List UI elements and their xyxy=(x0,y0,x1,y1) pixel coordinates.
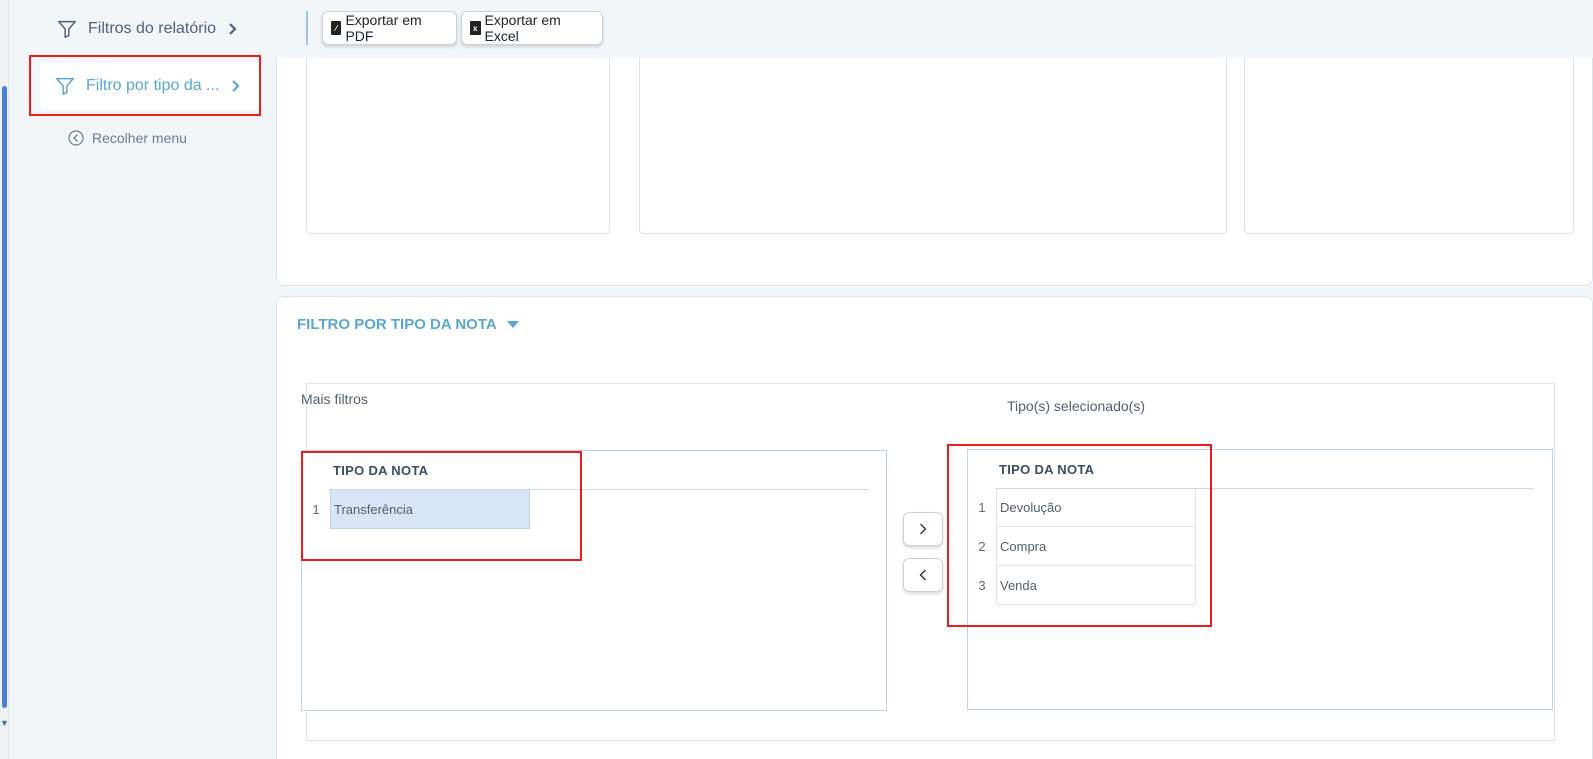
collapse-menu-button[interactable]: Recolher menu xyxy=(68,130,187,146)
row-number: 1 xyxy=(312,502,320,517)
move-left-button[interactable] xyxy=(903,558,943,592)
chevron-right-icon xyxy=(920,523,927,535)
filter-section-toggle[interactable]: FILTRO POR TIPO DA NOTA xyxy=(297,316,519,333)
column-header: TIPO DA NOTA xyxy=(333,463,429,478)
filter-section-title: FILTRO POR TIPO DA NOTA xyxy=(297,316,497,333)
collapse-menu-label: Recolher menu xyxy=(92,130,187,146)
sidebar-item-report-filters[interactable]: Filtros do relatório xyxy=(56,18,238,40)
selected-types-grid: TIPO DA NOTA 1 Devolução 2 Compra 3 Vend… xyxy=(967,449,1553,710)
chevron-left-circle-icon xyxy=(68,130,84,146)
toolbar-divider xyxy=(306,11,308,45)
table-row[interactable]: 1 Devolução xyxy=(968,488,1196,527)
table-row[interactable]: 2 Compra xyxy=(968,527,1196,566)
row-cell[interactable]: Devolução xyxy=(996,488,1196,527)
report-panel xyxy=(639,58,1227,234)
report-panel xyxy=(1244,58,1574,234)
table-row[interactable]: 3 Venda xyxy=(968,566,1196,605)
sidebar: Filtros do relatório Filtro por tipo da … xyxy=(10,0,276,759)
export-pdf-label: Exportar em PDF xyxy=(345,12,422,44)
report-panel xyxy=(306,58,610,234)
excel-file-icon: x xyxy=(470,21,481,35)
row-number: 1 xyxy=(978,500,986,515)
export-excel-label: Exportar em Excel xyxy=(484,12,561,44)
chevron-right-icon xyxy=(232,80,240,92)
filter-icon xyxy=(56,77,74,95)
column-header: TIPO DA NOTA xyxy=(999,462,1095,477)
page-scrollbar[interactable]: ▼ xyxy=(0,0,9,759)
row-cell[interactable]: Venda xyxy=(996,566,1196,605)
scroll-down-icon[interactable]: ▼ xyxy=(0,718,9,728)
report-card xyxy=(276,58,1593,286)
more-filters-label: Mais filtros xyxy=(301,391,368,407)
chevron-left-icon xyxy=(919,569,926,581)
row-cell[interactable]: Transferência xyxy=(330,490,530,529)
selected-types-label: Tipo(s) selecionado(s) xyxy=(1007,398,1145,414)
move-right-button[interactable] xyxy=(903,512,943,546)
pdf-file-icon: ⁄ xyxy=(331,21,342,35)
chevron-right-icon xyxy=(229,23,237,35)
scrollbar-thumb[interactable] xyxy=(2,86,7,708)
caret-down-icon xyxy=(506,321,519,328)
export-pdf-button[interactable]: ⁄ Exportar em PDF xyxy=(322,11,457,45)
row-number: 3 xyxy=(978,578,986,593)
sidebar-item-note-type-filter[interactable]: Filtro por tipo da ... xyxy=(40,62,262,110)
export-excel-button[interactable]: x Exportar em Excel xyxy=(461,11,603,45)
row-number: 2 xyxy=(978,539,986,554)
toolbar: ⁄ Exportar em PDF x Exportar em Excel xyxy=(276,0,1593,58)
note-type-filter-card: FILTRO POR TIPO DA NOTA Mais filtros Tip… xyxy=(276,296,1593,759)
sidebar-item-label: Filtro por tipo da ... xyxy=(86,77,220,94)
row-cell[interactable]: Compra xyxy=(996,527,1196,566)
available-types-grid: TIPO DA NOTA 1 Transferência xyxy=(301,450,887,711)
table-row[interactable]: 1 Transferência xyxy=(302,490,530,529)
filter-icon xyxy=(58,20,76,38)
sidebar-item-label: Filtros do relatório xyxy=(88,20,217,37)
